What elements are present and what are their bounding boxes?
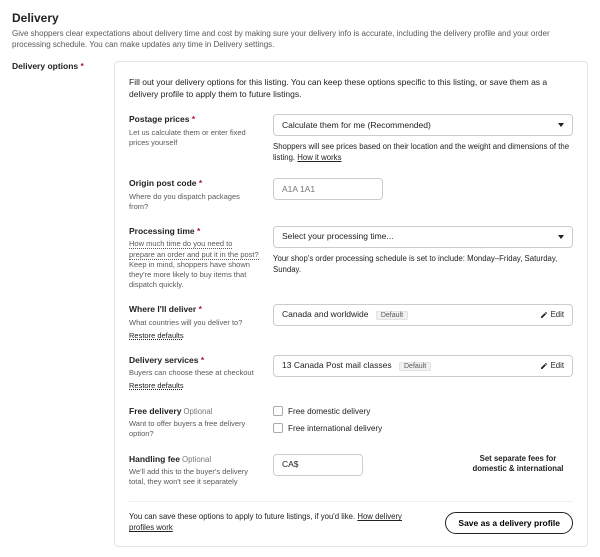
- restore-defaults-services[interactable]: Restore defaults: [129, 381, 184, 391]
- edit-where-deliver[interactable]: Edit: [540, 310, 564, 321]
- free-delivery-title: Free deliveryOptional: [129, 406, 259, 418]
- handling-fee-input[interactable]: CA$: [273, 454, 363, 476]
- free-international-row[interactable]: Free international delivery: [273, 423, 573, 434]
- chevron-down-icon: [558, 235, 564, 239]
- postage-hint: Shoppers will see prices based on their …: [273, 142, 573, 164]
- postage-prices-select[interactable]: Calculate them for me (Recommended): [273, 114, 573, 136]
- restore-defaults-deliver[interactable]: Restore defaults: [129, 331, 184, 341]
- chevron-down-icon: [558, 123, 564, 127]
- origin-postcode-sub: Where do you dispatch packages from?: [129, 192, 259, 212]
- delivery-services-box: 13 Canada Post mail classes Default Edit: [273, 355, 573, 377]
- save-as-profile-button[interactable]: Save as a delivery profile: [445, 512, 573, 534]
- how-it-works-link[interactable]: How it works: [297, 153, 341, 162]
- delivery-panel: Fill out your delivery options for this …: [114, 61, 588, 548]
- delivery-services-value: 13 Canada Post mail classes: [282, 360, 392, 370]
- delivery-services-title: Delivery services *: [129, 355, 259, 366]
- where-deliver-value: Canada and worldwide: [282, 309, 368, 319]
- pencil-icon: [540, 362, 548, 370]
- free-delivery-sub: Want to offer buyers a free delivery opt…: [129, 419, 259, 439]
- origin-postcode-input[interactable]: [273, 178, 383, 200]
- processing-time-select[interactable]: Select your processing time...: [273, 226, 573, 248]
- free-domestic-label: Free domestic delivery: [288, 406, 370, 417]
- delivery-services-sub: Buyers can choose these at checkout: [129, 368, 259, 378]
- where-deliver-title: Where I'll deliver *: [129, 304, 259, 315]
- handling-fee-sub: We'll add this to the buyer's delivery t…: [129, 467, 259, 487]
- checkbox-icon: [273, 423, 283, 433]
- origin-postcode-title: Origin post code *: [129, 178, 259, 189]
- postage-prices-sub: Let us calculate them or enter fixed pri…: [129, 128, 259, 148]
- postage-prices-title: Postage prices *: [129, 114, 259, 125]
- where-deliver-box: Canada and worldwide Default Edit: [273, 304, 573, 326]
- panel-intro: Fill out your delivery options for this …: [129, 76, 549, 101]
- default-badge: Default: [376, 311, 408, 320]
- page-subtitle: Give shoppers clear expectations about d…: [12, 29, 572, 51]
- handling-fee-title: Handling feeOptional: [129, 454, 259, 466]
- processing-hint: Your shop's order processing schedule is…: [273, 254, 573, 276]
- processing-time-title: Processing time *: [129, 226, 259, 237]
- processing-time-sub: How much time do you need to prepare an …: [129, 239, 259, 290]
- footer-text: You can save these options to apply to f…: [129, 512, 429, 534]
- edit-delivery-services[interactable]: Edit: [540, 361, 564, 372]
- delivery-options-label: Delivery options *: [12, 61, 102, 72]
- free-domestic-row[interactable]: Free domestic delivery: [273, 406, 573, 417]
- free-international-label: Free international delivery: [288, 423, 382, 434]
- page-title: Delivery: [12, 10, 588, 26]
- default-badge: Default: [399, 362, 431, 371]
- where-deliver-sub: What countries will you deliver to?: [129, 318, 259, 328]
- set-separate-fees-link[interactable]: Set separate fees for domestic & interna…: [463, 454, 573, 475]
- checkbox-icon: [273, 406, 283, 416]
- pencil-icon: [540, 311, 548, 319]
